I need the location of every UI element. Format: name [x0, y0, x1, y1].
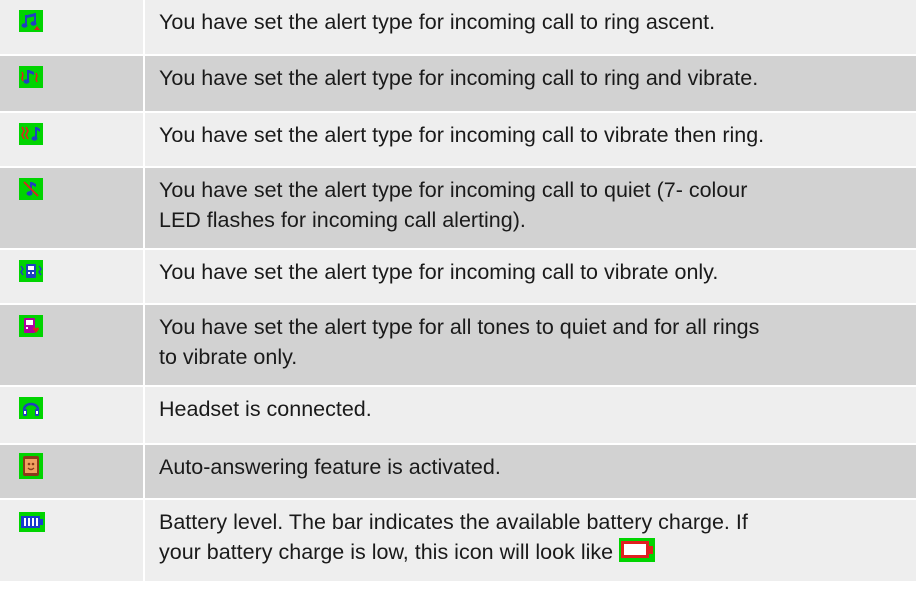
row-description: Auto-answering feature is activated. — [145, 445, 916, 498]
row-text-line: You have set the alert type for incoming… — [159, 178, 748, 202]
row-text-line: Auto-answering feature is activated. — [159, 455, 501, 479]
row-text-line: to vibrate only. — [159, 345, 298, 369]
battery-low-icon — [619, 538, 656, 562]
icon-cell — [0, 56, 145, 111]
ring-ascent-icon — [19, 10, 43, 32]
icon-cell — [0, 500, 145, 581]
icon-cell — [0, 250, 145, 303]
row-description: You have set the alert type for incoming… — [145, 56, 916, 111]
row-description: You have set the alert type for all tone… — [145, 305, 916, 385]
row-description: You have set the alert type for incoming… — [145, 113, 916, 166]
row-description: Battery level. The bar indicates the ava… — [145, 500, 916, 581]
row-text-line: your battery charge is low, this icon wi… — [159, 540, 614, 564]
row-text-line: You have set the alert type for incoming… — [159, 123, 765, 147]
table-row: You have set the alert type for incoming… — [0, 56, 916, 113]
row-text-line: Headset is connected. — [159, 397, 372, 421]
battery-full-icon — [19, 512, 45, 532]
row-text-line: You have set the alert type for incoming… — [159, 260, 719, 284]
icon-cell — [0, 445, 145, 498]
table-row: You have set the alert type for incoming… — [0, 250, 916, 305]
icon-legend-table: You have set the alert type for incoming… — [0, 0, 916, 583]
table-row: You have set the alert type for incoming… — [0, 0, 916, 56]
icon-cell — [0, 168, 145, 248]
row-text-line: Battery level. The bar indicates the ava… — [159, 510, 748, 534]
icon-cell — [0, 387, 145, 443]
vibrate-then-ring-icon — [19, 123, 43, 145]
table-row: You have set the alert type for all tone… — [0, 305, 916, 387]
row-description: You have set the alert type for incoming… — [145, 250, 916, 303]
row-text-line-with-icon: your battery charge is low, this icon wi… — [159, 537, 916, 567]
headset-icon — [19, 397, 43, 419]
table-row: Auto-answering feature is activated. — [0, 445, 916, 500]
row-text-line: LED flashes for incoming call alerting). — [159, 208, 526, 232]
row-text-line: You have set the alert type for all tone… — [159, 315, 760, 339]
row-text-line: You have set the alert type for incoming… — [159, 66, 759, 90]
vibrate-only-icon — [19, 260, 43, 282]
row-description: You have set the alert type for incoming… — [145, 0, 916, 54]
icon-cell — [0, 0, 145, 54]
ring-and-vibrate-icon — [19, 66, 43, 88]
table-row: You have set the alert type for incoming… — [0, 113, 916, 168]
table-row: Battery level. The bar indicates the ava… — [0, 500, 916, 583]
icon-cell — [0, 305, 145, 385]
row-description: Headset is connected. — [145, 387, 916, 443]
icon-cell — [0, 113, 145, 166]
row-text-line: You have set the alert type for incoming… — [159, 10, 716, 34]
table-row: Headset is connected. — [0, 387, 916, 445]
quiet-led-icon — [19, 178, 43, 200]
row-description: You have set the alert type for incoming… — [145, 168, 916, 248]
table-row: You have set the alert type for incoming… — [0, 168, 916, 250]
quiet-tones-vibrate-rings-icon — [19, 315, 43, 337]
auto-answer-icon — [19, 453, 43, 479]
